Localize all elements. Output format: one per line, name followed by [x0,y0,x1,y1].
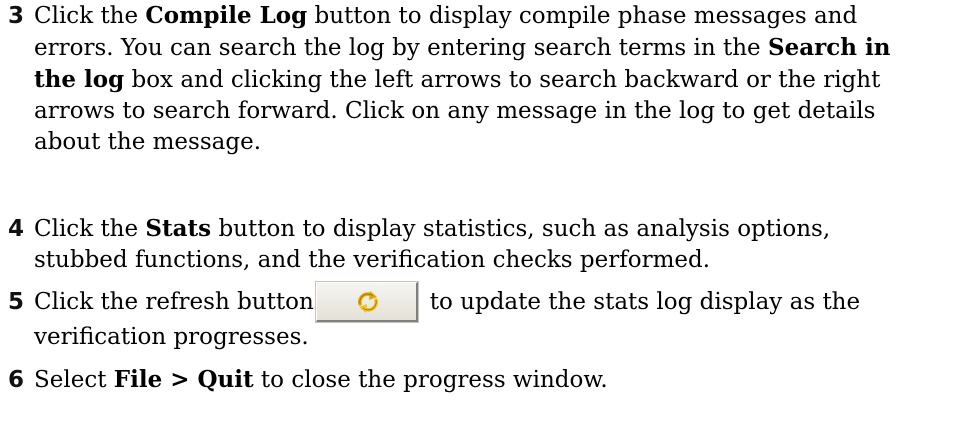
text-run: button to display compile phase messages… [307,3,858,29]
search-in-the-log-label: Search in [767,34,891,61]
step-5: 5 Click the refresh button to update the … [8,281,948,353]
step-text: Click the Compile Log button to display … [34,2,858,29]
step-text: Click the refresh button to update the s… [34,281,861,323]
step-text-line: verification progresses. [34,324,309,350]
step-text-line: stubbed functions, and the verification … [34,247,711,273]
step-text-line: about the message. [34,129,262,155]
step-text: Click the Stats button to display statis… [34,215,831,242]
step-text-line: arrows to search forward. Click on any m… [34,98,876,124]
text-run: button to display statistics, such as an… [211,216,831,242]
refresh-button[interactable] [314,281,419,323]
file-quit-label: File > Quit [113,366,254,393]
text-run: Click the refresh button [34,289,314,315]
search-in-the-log-label-cont: the log [34,66,125,93]
step-3: 3 Click the Compile Log button to display… [8,0,948,158]
text-run: to update the stats log display as the [429,289,861,315]
step-4: 4 Click the Stats button to display stati… [8,213,948,276]
text-run: Click the [34,216,146,242]
step-number: 6 [8,367,25,393]
text-run: to close the progress window. [253,367,608,393]
text-run: Select [34,367,114,393]
text-run: errors. You can search the log by enteri… [34,35,768,61]
text-run: Click the [34,3,146,29]
stats-label: Stats [145,215,212,242]
step-number: 5 [8,289,25,315]
compile-log-label: Compile Log [145,2,308,29]
step-6: 6 Select File > Quit to close the progres… [8,364,948,396]
step-text: Select File > Quit to close the progress… [34,366,608,393]
step-text-line: errors. You can search the log by enteri… [8,32,948,64]
step-number: 3 [8,3,25,29]
step-text-line: the log box and clicking the left arrows… [8,64,948,96]
text-run: box and clicking the left arrows to sear… [124,67,881,93]
step-number: 4 [8,216,25,242]
refresh-icon [357,291,378,313]
